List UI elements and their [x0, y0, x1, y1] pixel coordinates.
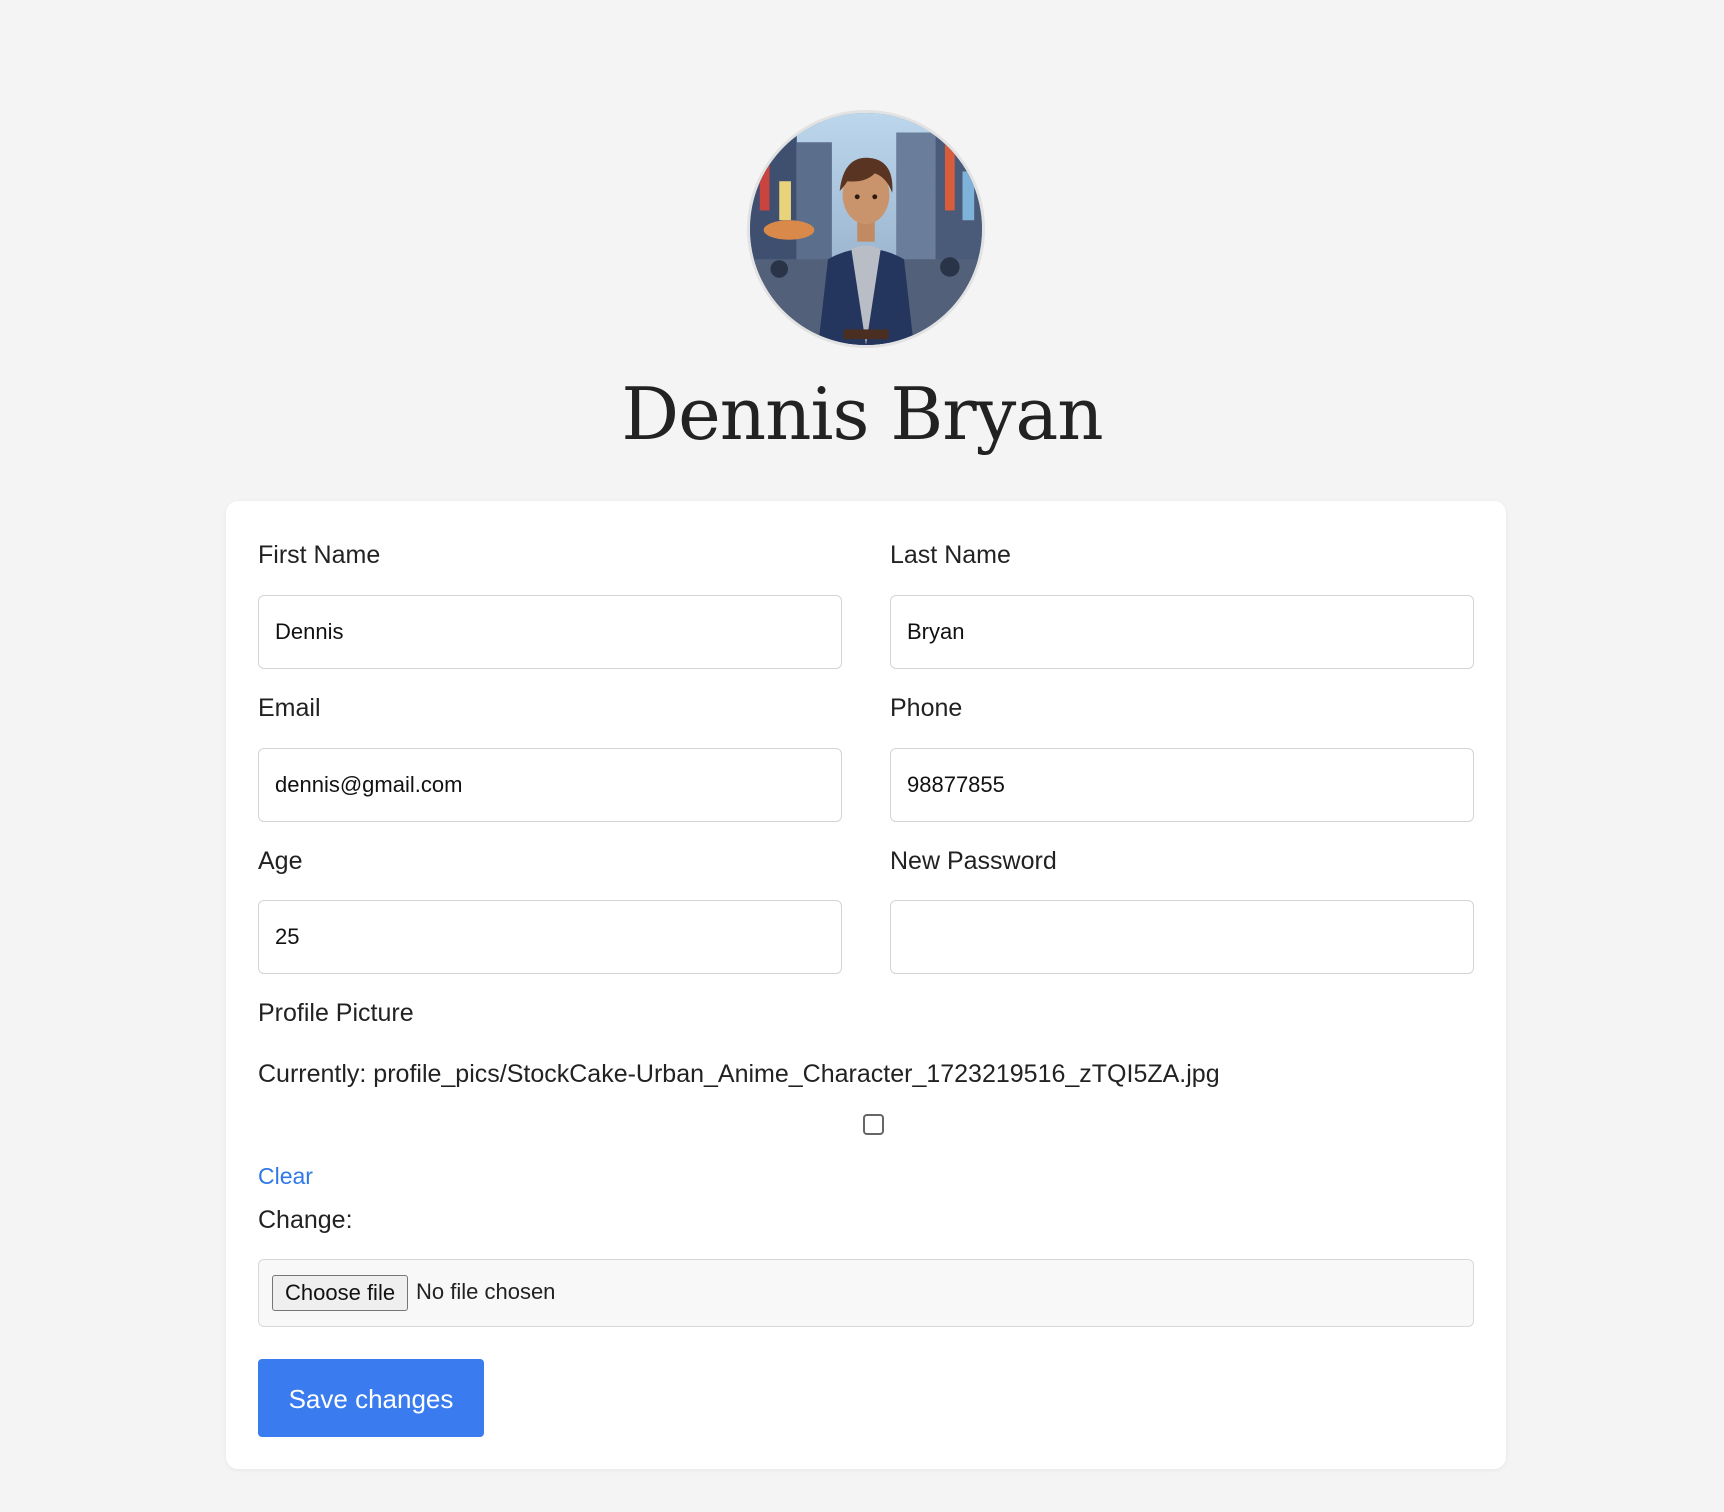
- age-label: Age: [258, 847, 303, 875]
- change-picture-label: Change:: [258, 1206, 353, 1234]
- first-name-label: First Name: [258, 541, 381, 569]
- last-name-input[interactable]: [890, 595, 1474, 669]
- avatar: [747, 110, 985, 348]
- profile-picture-label: Profile Picture: [258, 999, 414, 1027]
- avatar-illustration-icon: [750, 113, 982, 345]
- clear-picture-link[interactable]: Clear: [258, 1165, 313, 1188]
- clear-picture-checkbox[interactable]: [863, 1114, 884, 1135]
- email-input[interactable]: [258, 748, 842, 822]
- choose-file-button[interactable]: Choose file: [272, 1275, 409, 1311]
- save-changes-button[interactable]: Save changes: [258, 1359, 484, 1437]
- new-password-input[interactable]: [890, 900, 1474, 974]
- page-title: Dennis Bryan: [621, 372, 1103, 456]
- file-input[interactable]: Choose file No file chosen: [258, 1259, 1474, 1327]
- new-password-label: New Password: [890, 847, 1057, 875]
- last-name-label: Last Name: [890, 541, 1011, 569]
- phone-input[interactable]: [890, 748, 1474, 822]
- email-label: Email: [258, 694, 321, 722]
- age-input[interactable]: [258, 900, 842, 974]
- first-name-input[interactable]: [258, 595, 842, 669]
- phone-label: Phone: [890, 694, 963, 722]
- current-picture-text: Currently: profile_pics/StockCake-Urban_…: [258, 1060, 1220, 1088]
- file-status-text: No file chosen: [416, 1279, 556, 1304]
- profile-form: First Name Last Name Email Phone Age New…: [226, 501, 1506, 1469]
